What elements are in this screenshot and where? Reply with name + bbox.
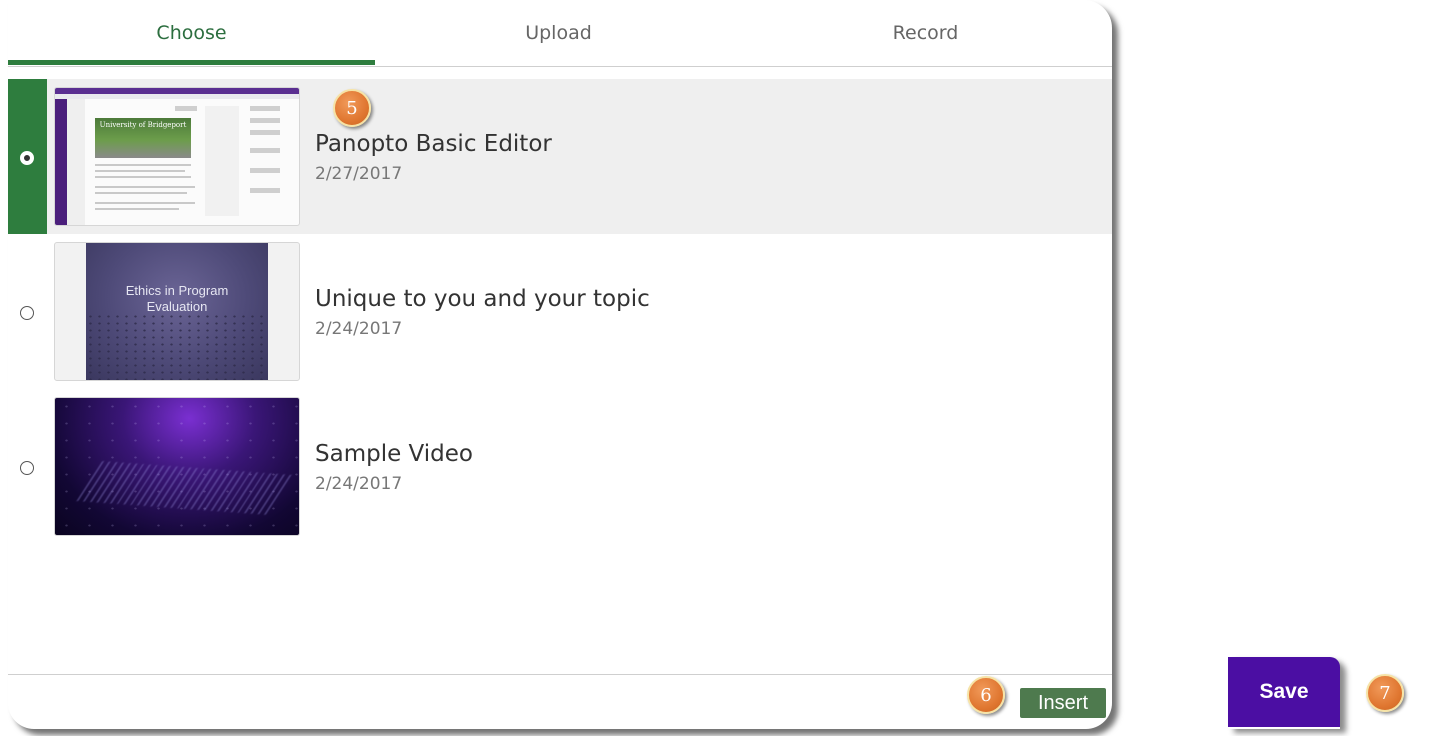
media-title: Panopto Basic Editor [315,131,552,157]
step-badge-7: 7 [1366,674,1404,712]
insert-button[interactable]: Insert [1020,688,1106,718]
media-date: 2/27/2017 [315,164,403,184]
thumbnail-header-text: University of Bridgeport [99,121,187,129]
step-badge-5: 5 [333,89,371,127]
media-title: Sample Video [315,441,473,467]
media-title: Unique to you and your topic [315,286,650,312]
media-item-panopto-basic-editor[interactable]: University of Bridgeport Panopto Basic E… [8,79,1112,234]
thumbnail-slide: Ethics in Program Evaluation [54,242,300,381]
media-date: 2/24/2017 [315,474,403,494]
media-chooser-panel: Choose Upload Record University of Bridg… [8,0,1112,729]
radio-button[interactable] [20,306,34,320]
media-item-unique-to-you[interactable]: Ethics in Program Evaluation Unique to y… [8,234,1112,389]
resize-grip-icon[interactable] [1102,716,1112,726]
save-button-container: Save [1228,657,1340,729]
radio-button[interactable] [20,461,34,475]
radio-button-selected[interactable] [20,151,34,165]
thumbnail-header-image: University of Bridgeport [95,118,191,158]
media-item-sample-video[interactable]: Sample Video 2/24/2017 [8,389,1112,544]
tab-choose[interactable]: Choose [8,0,375,66]
step-badge-6: 6 [967,676,1005,714]
tab-bar: Choose Upload Record [8,0,1112,67]
save-button[interactable]: Save [1228,657,1340,727]
active-tab-indicator [8,60,375,65]
tab-record[interactable]: Record [742,0,1109,66]
slide-title: Ethics in Program Evaluation [125,283,229,314]
media-date: 2/24/2017 [315,319,403,339]
tab-upload[interactable]: Upload [375,0,742,66]
footer-divider [8,674,1112,675]
thumbnail-video [54,397,300,536]
thumbnail-browser-screenshot: University of Bridgeport [54,87,300,226]
